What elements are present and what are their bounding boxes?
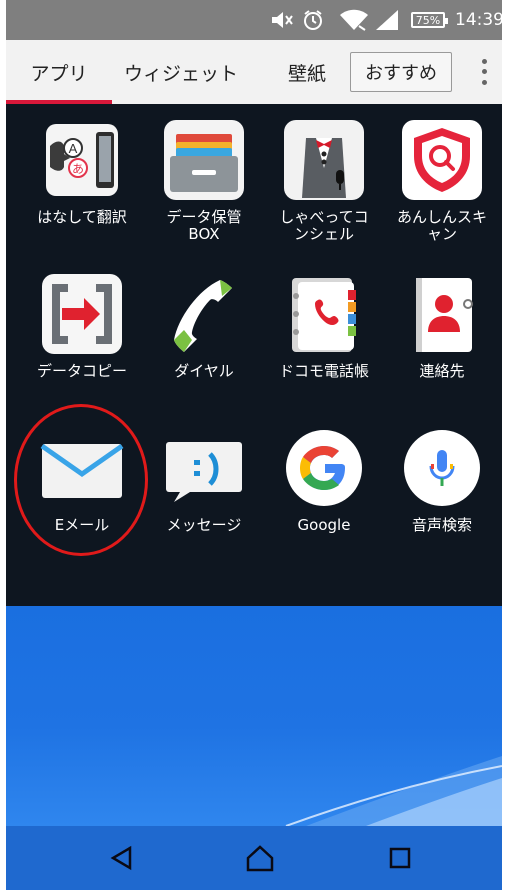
translate-icon: A あ (40, 118, 124, 202)
app-anshin-scan[interactable]: あんしんスキ ャン (380, 108, 502, 258)
app-data-box[interactable]: データ保管 BOX (142, 108, 266, 258)
app-label: データ保管 BOX (166, 208, 242, 243)
app-label: Google (297, 516, 351, 534)
back-icon (110, 845, 132, 871)
more-options-icon[interactable] (474, 56, 494, 88)
phonebook-icon (282, 272, 366, 356)
app-label: 音声検索 (411, 516, 472, 534)
phone-screen: 75% 14:39 アプリ ウィジェット 壁紙 おすすめ A あ はなして翻訳 … (6, 0, 502, 890)
app-shabette-concier[interactable]: しゃべってコ ンシェル (262, 108, 386, 258)
app-data-copy[interactable]: データコピー (20, 262, 144, 412)
home-icon (246, 845, 274, 872)
status-bar: 75% 14:39 (6, 0, 502, 40)
back-button[interactable] (94, 836, 150, 880)
wifi-icon (340, 9, 368, 31)
app-contacts[interactable]: 連絡先 (380, 262, 502, 412)
navigation-bar (6, 826, 502, 890)
app-hanashite-honyaku[interactable]: A あ はなして翻訳 (20, 108, 144, 258)
home-button[interactable] (232, 836, 288, 880)
contacts-icon (400, 272, 484, 356)
app-docomo-phonebook[interactable]: ドコモ電話帳 (262, 262, 386, 412)
app-label: メッセージ (166, 516, 242, 534)
app-label: ドコモ電話帳 (278, 362, 369, 380)
clock: 14:39 (455, 10, 502, 30)
app-dial[interactable]: ダイヤル (142, 262, 266, 412)
app-label: ダイヤル (174, 362, 234, 380)
app-label: データコピー (36, 362, 127, 380)
highlight-circle (14, 404, 148, 556)
recent-apps-icon (389, 847, 411, 869)
tab-widgets[interactable]: ウィジェット (116, 40, 246, 104)
recommend-button[interactable]: おすすめ (350, 52, 452, 92)
storage-box-icon (162, 118, 246, 202)
svg-text:A: A (69, 141, 78, 156)
security-scan-icon (400, 118, 484, 202)
google-icon (282, 426, 366, 510)
home-wallpaper (6, 606, 502, 826)
signal-icon (374, 9, 400, 31)
concier-icon (282, 118, 366, 202)
app-drawer-tabs: アプリ ウィジェット 壁紙 おすすめ (6, 40, 502, 104)
phone-icon (162, 272, 246, 356)
svg-text:あ: あ (72, 162, 84, 176)
app-message[interactable]: メッセージ (142, 416, 266, 566)
app-label: 連絡先 (419, 362, 465, 380)
app-google[interactable]: Google (262, 416, 386, 566)
battery-indicator: 75% (411, 12, 448, 28)
data-copy-icon (40, 272, 124, 356)
app-label: はなして翻訳 (37, 208, 127, 226)
app-label: あんしんスキ ャン (396, 208, 487, 243)
voice-search-icon (400, 426, 484, 510)
tab-wallpaper[interactable]: 壁紙 (262, 40, 352, 104)
app-voice-search[interactable]: 音声検索 (380, 416, 502, 566)
tab-apps[interactable]: アプリ (6, 40, 112, 104)
app-label: しゃべってコ ンシェル (279, 208, 369, 243)
message-icon (162, 426, 246, 510)
alarm-icon (302, 9, 324, 31)
recent-apps-button[interactable] (372, 836, 428, 880)
mute-icon (270, 9, 296, 31)
